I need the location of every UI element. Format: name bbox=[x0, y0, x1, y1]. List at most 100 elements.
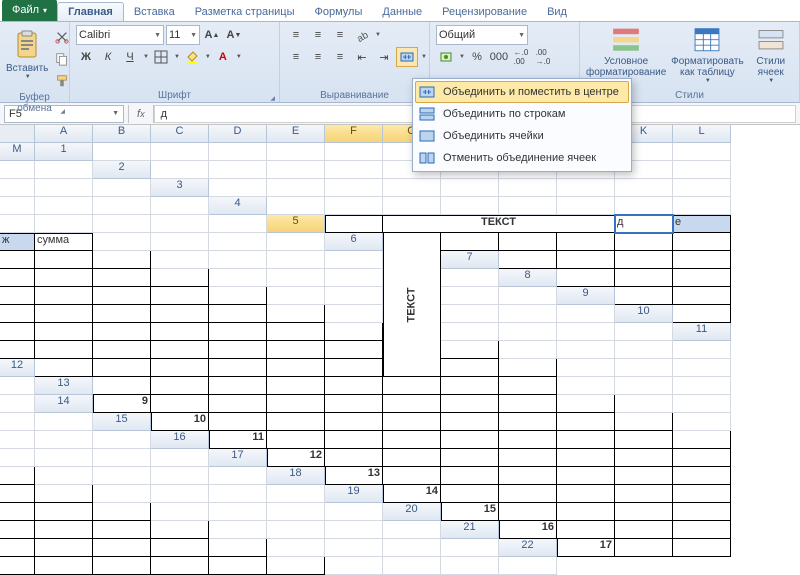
cell-D15[interactable] bbox=[325, 413, 383, 431]
merge-and-center-item[interactable]: Объединить и поместить в центре bbox=[415, 81, 629, 103]
cell-L1[interactable] bbox=[0, 161, 35, 179]
cell-K4[interactable] bbox=[93, 215, 151, 233]
cell-E9[interactable] bbox=[35, 305, 93, 323]
cell-F11[interactable] bbox=[209, 341, 267, 359]
cell-I10[interactable] bbox=[325, 323, 383, 341]
cell-J22[interactable] bbox=[325, 557, 383, 575]
cell-J13[interactable] bbox=[557, 377, 615, 395]
cell-K6[interactable] bbox=[209, 251, 267, 269]
cell-K12[interactable] bbox=[615, 359, 673, 377]
cell-G20[interactable] bbox=[35, 521, 93, 539]
cell-L16[interactable] bbox=[93, 449, 151, 467]
cell-A22[interactable]: 17 bbox=[557, 539, 615, 557]
cell-G16[interactable] bbox=[557, 431, 615, 449]
cell-K8[interactable] bbox=[325, 287, 383, 305]
cell-H11[interactable] bbox=[325, 341, 383, 359]
cell-G22[interactable] bbox=[151, 557, 209, 575]
cell-H20[interactable] bbox=[93, 521, 151, 539]
cell-D4[interactable] bbox=[441, 197, 499, 215]
cell-D21[interactable] bbox=[673, 521, 731, 539]
cell-D1[interactable] bbox=[267, 143, 325, 161]
cell-M6[interactable] bbox=[325, 251, 383, 269]
cell-I11[interactable] bbox=[441, 341, 499, 359]
cell-F6[interactable] bbox=[673, 233, 731, 251]
tab-home[interactable]: Главная bbox=[57, 2, 124, 21]
cell-L12[interactable] bbox=[673, 359, 731, 377]
row-header-20[interactable]: 20 bbox=[383, 503, 441, 521]
cell-L8[interactable] bbox=[441, 287, 499, 305]
cell-G11[interactable] bbox=[267, 341, 325, 359]
cell-K2[interactable] bbox=[0, 179, 35, 197]
row-header-16[interactable]: 16 bbox=[151, 431, 209, 449]
cell-F4[interactable] bbox=[557, 197, 615, 215]
cell-H4[interactable] bbox=[673, 197, 731, 215]
tab-review[interactable]: Рецензирование bbox=[432, 3, 537, 21]
cell-M21[interactable] bbox=[441, 539, 499, 557]
cell-H19[interactable] bbox=[35, 503, 93, 521]
cell-E21[interactable] bbox=[0, 539, 35, 557]
cell-E1[interactable] bbox=[325, 143, 383, 161]
merge-cells-item[interactable]: Объединить ячейки bbox=[415, 125, 629, 147]
cell-I3[interactable] bbox=[673, 179, 731, 197]
cell-L2[interactable] bbox=[35, 179, 93, 197]
cell-E3[interactable] bbox=[441, 179, 499, 197]
cell-B7[interactable] bbox=[499, 251, 557, 269]
cell-J10[interactable] bbox=[441, 323, 499, 341]
align-left-button[interactable]: ≡ bbox=[286, 47, 306, 67]
cell-C15[interactable] bbox=[267, 413, 325, 431]
cell-C8[interactable] bbox=[615, 269, 673, 287]
row-header-1[interactable]: 1 bbox=[35, 143, 93, 161]
cell-D16[interactable] bbox=[383, 431, 441, 449]
cell-L11[interactable] bbox=[615, 341, 673, 359]
worksheet-grid[interactable]: ABCDEFGHIJKLM12345ТЕКСТдежсумма6ТЕКСТ789… bbox=[0, 125, 800, 575]
cell-L19[interactable] bbox=[267, 503, 325, 521]
cell-K19[interactable] bbox=[209, 503, 267, 521]
cell-I5[interactable]: сумма bbox=[35, 233, 93, 251]
decrease-indent-button[interactable]: ⇤ bbox=[352, 47, 372, 67]
cell-D9[interactable] bbox=[0, 305, 35, 323]
row-header-7[interactable]: 7 bbox=[441, 251, 499, 269]
cell-J19[interactable] bbox=[151, 503, 209, 521]
merge-center-button[interactable] bbox=[396, 47, 418, 67]
cell-J3[interactable] bbox=[0, 197, 35, 215]
row-header-6[interactable]: 6 bbox=[325, 233, 383, 251]
cell-L10[interactable] bbox=[557, 323, 615, 341]
cell-B15[interactable] bbox=[209, 413, 267, 431]
cell-H15[interactable] bbox=[557, 413, 615, 431]
underline-button[interactable]: Ч bbox=[120, 47, 140, 67]
cell-B8[interactable] bbox=[557, 269, 615, 287]
cell-E20[interactable] bbox=[673, 503, 731, 521]
cell-E17[interactable] bbox=[499, 449, 557, 467]
cell-M10[interactable] bbox=[615, 323, 673, 341]
percent-button[interactable]: % bbox=[467, 47, 487, 67]
cell-J7[interactable] bbox=[209, 269, 267, 287]
cell-L6[interactable] bbox=[267, 251, 325, 269]
cell-M4[interactable] bbox=[209, 215, 267, 233]
cell-B16[interactable] bbox=[267, 431, 325, 449]
cell-C11[interactable] bbox=[35, 341, 93, 359]
merge-across-item[interactable]: Объединить по строкам bbox=[415, 103, 629, 125]
cell-F19[interactable] bbox=[673, 485, 731, 503]
col-header-M[interactable]: M bbox=[0, 143, 35, 161]
cell-M20[interactable] bbox=[383, 521, 441, 539]
cell-H7[interactable] bbox=[93, 269, 151, 287]
cell-D19[interactable] bbox=[557, 485, 615, 503]
cell-E12[interactable] bbox=[209, 359, 267, 377]
cell-E7[interactable] bbox=[673, 251, 731, 269]
cell-A4[interactable] bbox=[267, 197, 325, 215]
cell-J18[interactable] bbox=[93, 485, 151, 503]
cell-E13[interactable] bbox=[267, 377, 325, 395]
cell-I22[interactable] bbox=[267, 557, 325, 575]
cell-L4[interactable] bbox=[151, 215, 209, 233]
cell-E19[interactable] bbox=[615, 485, 673, 503]
cell-I21[interactable] bbox=[209, 539, 267, 557]
cell-F18[interactable] bbox=[615, 467, 673, 485]
cell-A2[interactable] bbox=[151, 161, 209, 179]
cell-G9[interactable] bbox=[151, 305, 209, 323]
cell-styles-button[interactable]: Стили ячеек▼ bbox=[748, 25, 793, 85]
cell-J8[interactable] bbox=[267, 287, 325, 305]
cell-G17[interactable] bbox=[615, 449, 673, 467]
cell-C6[interactable] bbox=[499, 233, 557, 251]
tab-view[interactable]: Вид bbox=[537, 3, 577, 21]
cell-B11[interactable] bbox=[0, 341, 35, 359]
